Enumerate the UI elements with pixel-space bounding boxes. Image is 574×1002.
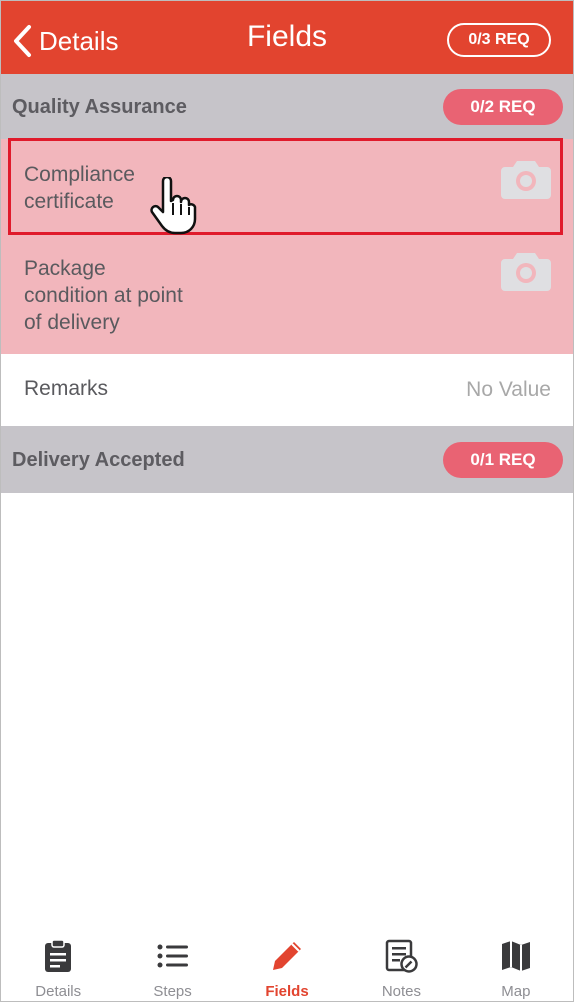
tab-label: Details (35, 983, 82, 1000)
camera-icon[interactable] (501, 251, 551, 296)
field-label: Remarks (24, 377, 109, 400)
tab-map[interactable]: Map (459, 933, 573, 1001)
section-title: Quality Assurance (12, 96, 187, 118)
section-req-badge: 0/2 REQ (443, 89, 563, 125)
pencil-icon (270, 939, 304, 978)
tab-details[interactable]: Details (1, 933, 115, 1001)
field-label: Package condition at point of delivery (24, 255, 183, 336)
app-frame: Details Fields 0/3 REQ Quality Assurance… (0, 0, 574, 1002)
field-row-package-condition[interactable]: Package condition at point of delivery (1, 235, 573, 354)
required-count-badge: 0/3 REQ (447, 23, 551, 57)
selection-highlight (8, 138, 563, 235)
field-value: No Value (466, 378, 551, 401)
nav-header: Details Fields 0/3 REQ (1, 1, 573, 74)
tab-fields[interactable]: Fields (230, 933, 344, 1001)
section-title: Delivery Accepted (12, 449, 185, 471)
tab-label: Notes (381, 983, 422, 1000)
field-label-line: of delivery (24, 311, 120, 334)
section-req-badge: 0/1 REQ (443, 442, 563, 478)
field-label-line: Package (24, 257, 106, 280)
notes-icon (384, 939, 419, 978)
tab-notes[interactable]: Notes (344, 933, 458, 1001)
section-header-quality-assurance: Quality Assurance 0/2 REQ (1, 74, 573, 139)
map-icon (499, 939, 533, 978)
tab-label: Map (501, 983, 531, 1000)
tab-bar: Details Steps Fields Notes Map (1, 933, 573, 1001)
tab-label: Fields (265, 983, 309, 1000)
field-label-line: condition at point (24, 284, 183, 307)
field-row-remarks[interactable]: Remarks No Value (1, 354, 573, 426)
hand-pointer-icon (149, 175, 197, 240)
tab-steps[interactable]: Steps (115, 933, 229, 1001)
clipboard-icon (42, 939, 74, 978)
tab-label: Steps (153, 983, 192, 1000)
section-header-delivery-accepted: Delivery Accepted 0/1 REQ (1, 426, 573, 493)
list-icon (156, 939, 190, 978)
